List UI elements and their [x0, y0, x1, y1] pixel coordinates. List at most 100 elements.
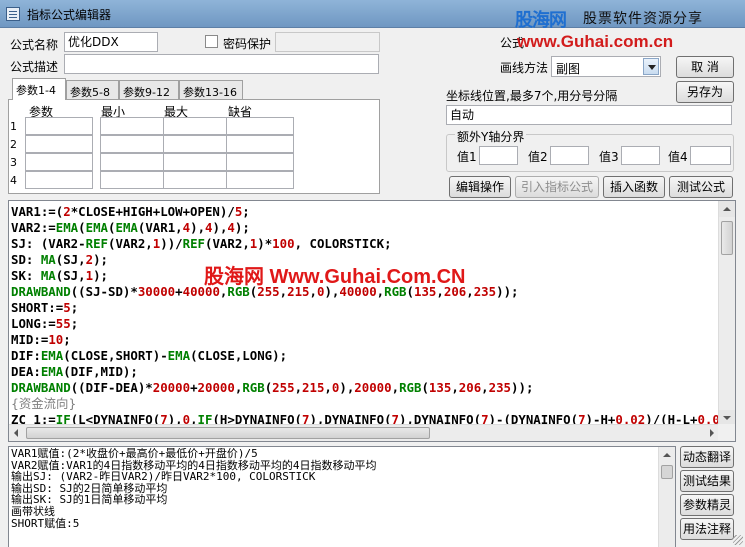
param-name-input[interactable] — [25, 153, 93, 171]
y-value-2-input[interactable] — [550, 146, 589, 165]
code-token: ( — [421, 380, 429, 395]
param-name-input[interactable] — [25, 117, 93, 135]
code-line[interactable]: SHORT:=5; — [11, 300, 718, 316]
scroll-thumb[interactable] — [661, 465, 673, 479]
formula-desc-input[interactable] — [64, 54, 379, 74]
code-token: + — [175, 284, 183, 299]
editor-horizontal-scrollbar[interactable] — [9, 424, 720, 441]
param-min-input[interactable] — [100, 117, 168, 135]
insert-function-button[interactable]: 插入函数 — [603, 176, 665, 198]
code-line[interactable]: DIF:EMA(CLOSE,SHORT)-EMA(CLOSE,LONG); — [11, 348, 718, 364]
param-row-number: 4 — [10, 174, 17, 187]
formula-name-label: 公式名称 — [10, 38, 59, 52]
usage-note-button[interactable]: 用法注释 — [680, 518, 734, 540]
param-wizard-button[interactable]: 参数精灵 — [680, 494, 734, 516]
code-token: , — [294, 380, 303, 395]
scroll-left-icon[interactable] — [9, 425, 25, 441]
code-token: ); — [93, 252, 108, 267]
param-row-number: 3 — [10, 156, 17, 169]
y-value-1-label: 值1 — [457, 150, 477, 164]
brand-url: www.Guhai.com.cn — [517, 32, 674, 51]
extra-y-axis-title: 额外Y轴分界 — [455, 128, 527, 145]
param-default-input[interactable] — [226, 153, 294, 171]
code-token: 2 — [63, 204, 71, 219]
param-max-input[interactable] — [163, 171, 231, 189]
code-token: 1 — [85, 268, 94, 283]
param-default-input[interactable] — [226, 117, 294, 135]
axis-position-label: 坐标线位置,最多7个,用分号分隔 — [446, 89, 618, 103]
code-token: )); — [496, 284, 519, 299]
y-value-3-label: 值3 — [599, 150, 619, 164]
output-line: 画带状线 — [11, 504, 55, 518]
password-label: 密码保护 — [223, 37, 272, 51]
param-min-input[interactable] — [100, 135, 168, 153]
code-token: (CLOSE,LONG); — [190, 348, 288, 363]
code-token: (SJ, — [55, 252, 86, 267]
code-token: VAR2:= — [11, 220, 56, 235]
code-token: DRAWBAND — [11, 380, 71, 395]
editor-vertical-scrollbar[interactable] — [718, 201, 735, 426]
chevron-down-icon[interactable] — [643, 58, 659, 75]
draw-method-value: 副图 — [556, 62, 581, 76]
import-formula-button[interactable]: 引入指标公式 — [515, 176, 599, 198]
code-token: EMA — [115, 220, 138, 235]
code-line[interactable]: SJ: (VAR2-REF(VAR2,1))/REF(VAR2,1)*100, … — [11, 236, 718, 252]
formula-code-editor[interactable]: VAR1:=(2*CLOSE+HIGH+LOW+OPEN)/5; VAR2:=EM… — [8, 200, 736, 442]
edit-operations-button[interactable]: 编辑操作 — [449, 176, 511, 198]
axis-position-input[interactable]: 自动 — [446, 105, 732, 125]
scroll-up-icon[interactable] — [659, 447, 675, 463]
y-value-4-input[interactable] — [690, 146, 731, 165]
scroll-thumb[interactable] — [26, 427, 430, 439]
password-input[interactable] — [275, 32, 380, 52]
code-token: DEA: — [11, 364, 41, 379]
code-line[interactable]: DRAWBAND((DIF-DEA)*20000+20000,RGB(255,2… — [11, 380, 718, 396]
tab-params-1-4[interactable]: 参数1-4 — [12, 78, 66, 100]
code-token: MID:= — [11, 332, 49, 347]
code-line[interactable]: {资金流向} — [11, 396, 718, 412]
code-token: 215 — [302, 380, 325, 395]
code-token: EMA — [40, 364, 64, 379]
scroll-thumb[interactable] — [721, 221, 733, 255]
formula-code[interactable]: VAR1:=(2*CLOSE+HIGH+LOW+OPEN)/5; VAR2:=EM… — [11, 204, 718, 426]
save-as-button[interactable]: 另存为 — [676, 81, 734, 103]
code-line[interactable]: VAR1:=(2*CLOSE+HIGH+LOW+OPEN)/5; — [11, 204, 718, 220]
param-name-input[interactable] — [25, 171, 93, 189]
code-token: VAR1:=( — [11, 204, 64, 219]
param-min-input[interactable] — [100, 153, 168, 171]
code-line[interactable]: LONG:=55; — [11, 316, 718, 332]
dynamic-translate-button[interactable]: 动态翻译 — [680, 446, 734, 468]
code-line[interactable]: VAR2:=EMA(EMA(EMA(VAR1,4),4),4); — [11, 220, 718, 236]
code-token: ; — [70, 316, 79, 331]
tab-params-5-8[interactable]: 参数5-8 — [66, 80, 119, 100]
scroll-up-icon[interactable] — [719, 201, 735, 217]
param-min-input[interactable] — [100, 171, 168, 189]
tab-params-9-12[interactable]: 参数9-12 — [119, 80, 179, 100]
output-vertical-scrollbar[interactable] — [658, 447, 675, 547]
resize-grip-icon[interactable] — [733, 535, 743, 545]
code-token: SD: — [11, 252, 41, 267]
param-max-input[interactable] — [163, 135, 231, 153]
password-checkbox[interactable] — [205, 35, 218, 48]
param-max-input[interactable] — [163, 153, 231, 171]
code-token: DIF: — [11, 348, 41, 363]
code-token: , — [451, 380, 459, 395]
code-token: ), — [190, 220, 206, 235]
param-default-input[interactable] — [226, 171, 294, 189]
test-result-button[interactable]: 测试结果 — [680, 470, 734, 492]
code-token: RGB — [242, 380, 265, 395]
y-value-3-input[interactable] — [621, 146, 660, 165]
code-token: EMA — [55, 220, 79, 235]
param-max-input[interactable] — [163, 117, 231, 135]
test-formula-button[interactable]: 测试公式 — [669, 176, 733, 198]
formula-name-input[interactable]: 优化DDX — [64, 32, 158, 52]
code-line[interactable]: DEA:EMA(DIF,MID); — [11, 364, 718, 380]
y-value-1-input[interactable] — [479, 146, 518, 165]
code-line[interactable]: MID:=10; — [11, 332, 718, 348]
code-token: SJ: (VAR2- — [11, 236, 86, 251]
param-default-input[interactable] — [226, 135, 294, 153]
code-token: EMA — [85, 220, 109, 235]
code-token: 235 — [473, 284, 497, 299]
code-token: 20000 — [197, 380, 235, 395]
param-name-input[interactable] — [25, 135, 93, 153]
tab-params-13-16[interactable]: 参数13-16 — [179, 80, 243, 100]
